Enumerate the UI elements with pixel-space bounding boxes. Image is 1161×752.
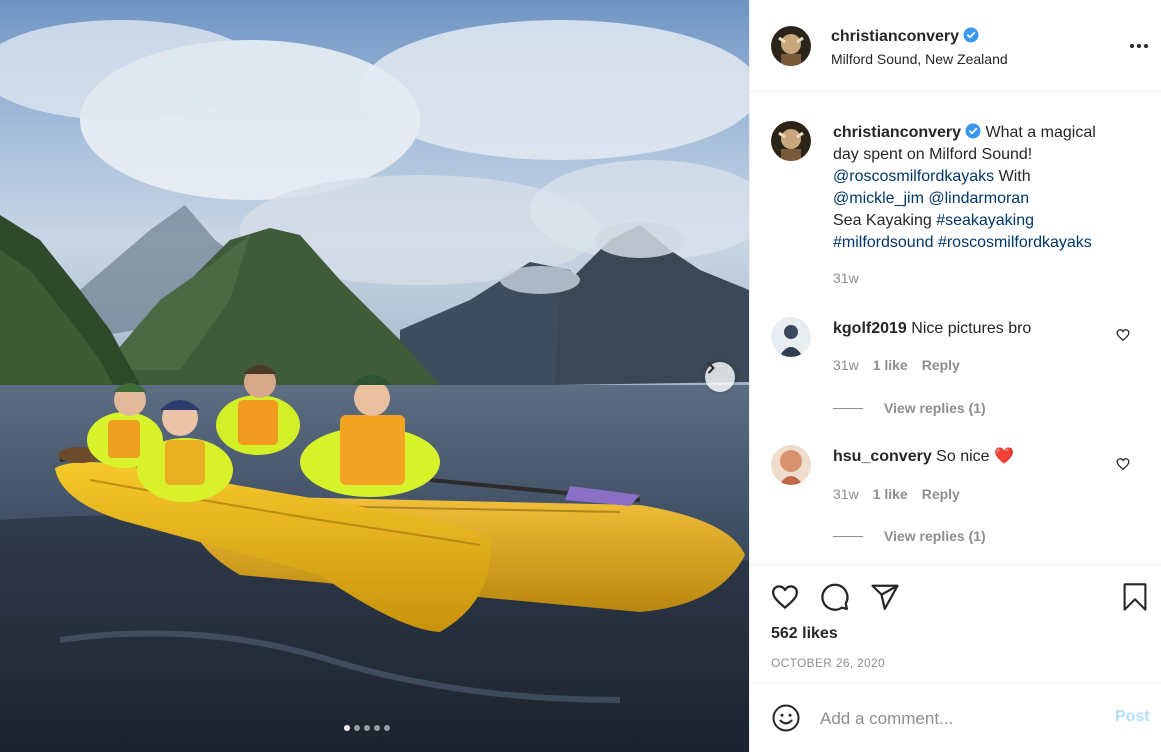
username-text[interactable]: christianconvery <box>831 28 959 45</box>
post-photo[interactable] <box>0 0 749 752</box>
red-heart-emoji: ❤️ <box>994 448 1014 465</box>
carousel-dot <box>374 725 380 731</box>
paper-plane-icon[interactable] <box>870 582 900 612</box>
reply-button[interactable]: Reply <box>922 486 960 502</box>
more-options-button[interactable] <box>1126 36 1152 56</box>
carousel-dot <box>354 725 360 731</box>
carousel-indicator <box>344 725 390 731</box>
bookmark-icon[interactable] <box>1121 582 1149 612</box>
comment-username[interactable]: kgolf2019 <box>833 320 907 337</box>
kayak-photo-image <box>0 0 749 752</box>
ellipsis-icon <box>1130 44 1134 48</box>
post-date[interactable]: OCTOBER 26, 2020 <box>771 656 885 670</box>
caption-username[interactable]: christianconvery <box>833 124 961 141</box>
hashtag-link[interactable]: #seakayaking <box>936 212 1034 229</box>
chevron-right-icon <box>708 362 715 374</box>
comment-text: So nice <box>936 448 990 465</box>
avatar-image <box>771 121 811 161</box>
comment-like-count[interactable]: 1 like <box>873 486 908 502</box>
like-comment-heart-icon[interactable] <box>1116 328 1130 342</box>
caption-text: With <box>998 168 1031 185</box>
post-header: christianconvery Milford Sound, New Zeal… <box>750 0 1161 92</box>
comment-input[interactable] <box>820 705 1100 733</box>
replies-divider <box>833 407 863 409</box>
post-author-username[interactable]: christianconvery <box>831 27 979 46</box>
view-replies-label[interactable]: View replies (1) <box>884 400 986 416</box>
avatar[interactable] <box>771 445 811 485</box>
caption-timestamp[interactable]: 31w <box>833 270 859 286</box>
avatar[interactable] <box>771 121 811 161</box>
caption-text: Sea Kayaking <box>833 212 932 229</box>
reply-button[interactable]: Reply <box>922 357 960 373</box>
heart-outline-icon[interactable] <box>770 582 800 612</box>
smiley-icon[interactable] <box>771 703 801 733</box>
hashtag-link[interactable]: #roscosmilfordkayaks <box>938 234 1092 251</box>
carousel-dot <box>384 725 390 731</box>
view-replies-label[interactable]: View replies (1) <box>884 528 986 544</box>
comment-meta: 31w 1 like Reply <box>833 486 960 502</box>
like-count[interactable]: 562 likes <box>771 625 838 643</box>
comment-item: hsu_convery So nice ❤️ <box>833 446 1014 468</box>
speech-bubble-icon[interactable] <box>820 582 850 612</box>
view-replies-button[interactable]: View replies (1) <box>833 400 986 416</box>
replies-divider <box>833 535 863 537</box>
view-replies-button[interactable]: View replies (1) <box>833 528 986 544</box>
comment-text: Nice pictures bro <box>911 320 1032 337</box>
like-comment-heart-icon[interactable] <box>1116 457 1130 471</box>
comment-meta: 31w 1 like Reply <box>833 357 960 373</box>
mention-link[interactable]: @roscosmilfordkayaks <box>833 168 994 185</box>
avatar-image <box>771 26 811 66</box>
avatar-image <box>771 445 811 485</box>
comment-like-count[interactable]: 1 like <box>873 357 908 373</box>
comments-list[interactable]: christianconvery What a magical day spen… <box>750 93 1161 563</box>
verified-badge-icon <box>963 27 979 43</box>
mention-link[interactable]: @lindarmoran <box>928 190 1029 207</box>
caption-text: What a magical <box>985 124 1096 141</box>
ellipsis-dot <box>1144 44 1148 48</box>
comment-item: kgolf2019 Nice pictures bro <box>833 318 1031 340</box>
verified-badge-icon <box>965 123 981 139</box>
mention-link[interactable]: @mickle_jim <box>833 190 924 207</box>
comment-username[interactable]: hsu_convery <box>833 448 932 465</box>
ellipsis-dot <box>1137 44 1141 48</box>
comment-composer: Post <box>750 682 1161 752</box>
carousel-dot <box>364 725 370 731</box>
hashtag-link[interactable]: #milfordsound <box>833 234 934 251</box>
carousel-dot <box>344 725 350 731</box>
comment-timestamp[interactable]: 31w <box>833 357 859 373</box>
post-actions: 562 likes OCTOBER 26, 2020 <box>750 564 1161 682</box>
avatar-image <box>771 317 811 357</box>
post-location[interactable]: Milford Sound, New Zealand <box>831 51 1008 67</box>
comment-timestamp[interactable]: 31w <box>833 486 859 502</box>
avatar[interactable] <box>771 26 811 66</box>
post-caption: christianconvery What a magical day spen… <box>833 122 1133 254</box>
next-photo-button[interactable] <box>705 362 735 392</box>
post-side-panel: christianconvery Milford Sound, New Zeal… <box>749 0 1161 752</box>
caption-text: day spent on Milford Sound! <box>833 146 1033 163</box>
post-comment-button[interactable]: Post <box>1115 708 1150 726</box>
avatar[interactable] <box>771 317 811 357</box>
